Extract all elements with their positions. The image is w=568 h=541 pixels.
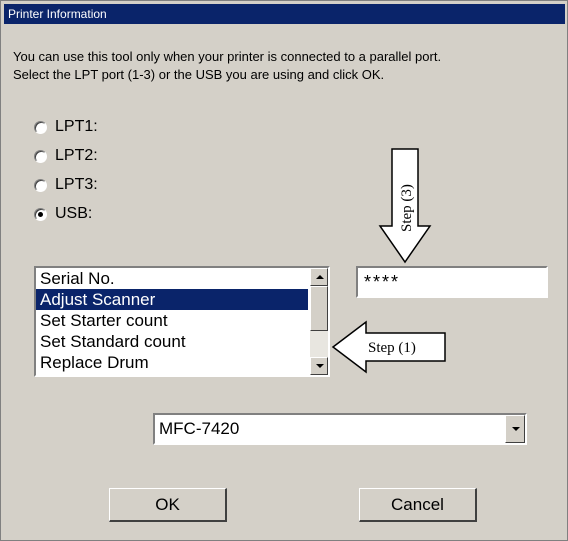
cancel-button[interactable]: Cancel [359, 488, 477, 522]
printer-information-dialog: Printer Information You can use this too… [0, 0, 568, 541]
radio-label: USB: [55, 205, 93, 222]
scroll-down-button[interactable] [310, 357, 328, 375]
radio-label: LPT2: [55, 147, 98, 164]
list-item-set-starter-count[interactable]: Set Starter count [36, 310, 308, 331]
list-item-set-standard-count[interactable]: Set Standard count [36, 331, 308, 352]
list-item-replace-drum[interactable]: Replace Drum [36, 352, 308, 373]
radio-lpt1[interactable]: LPT1: [34, 116, 98, 138]
model-select[interactable]: MFC-7420 [153, 413, 527, 445]
model-select-value: MFC-7420 [159, 419, 240, 438]
instructions-line-1: You can use this tool only when your pri… [13, 49, 442, 64]
list-item-serial-no[interactable]: Serial No. [36, 268, 308, 289]
radio-button[interactable] [34, 178, 47, 192]
radio-lpt2[interactable]: LPT2: [34, 145, 98, 167]
arrow-down-icon [316, 364, 324, 368]
radio-label: LPT1: [55, 118, 98, 135]
model-select-dropdown-button[interactable] [505, 415, 525, 443]
function-listbox[interactable]: Serial No. Adjust Scanner Set Starter co… [34, 266, 330, 377]
radio-button-checked[interactable] [34, 207, 47, 221]
instructions-text: You can use this tool only when your pri… [13, 48, 441, 84]
instructions-line-2: Select the LPT port (1-3) or the USB you… [13, 67, 385, 82]
scroll-up-button[interactable] [310, 268, 328, 286]
ok-button[interactable]: OK [109, 488, 227, 522]
list-items: Serial No. Adjust Scanner Set Starter co… [36, 268, 308, 373]
scroll-thumb[interactable] [310, 286, 328, 331]
list-item-adjust-scanner[interactable]: Adjust Scanner [36, 289, 308, 310]
window-title: Printer Information [4, 4, 565, 24]
radio-button[interactable] [34, 120, 47, 134]
list-scrollbar[interactable] [310, 268, 328, 375]
radio-button[interactable] [34, 149, 47, 163]
radio-label: LPT3: [55, 176, 98, 193]
radio-usb[interactable]: USB: [34, 203, 92, 225]
code-input[interactable]: **** [356, 266, 548, 298]
chevron-down-icon [512, 427, 520, 431]
radio-lpt3[interactable]: LPT3: [34, 174, 98, 196]
arrow-up-icon [316, 275, 324, 279]
